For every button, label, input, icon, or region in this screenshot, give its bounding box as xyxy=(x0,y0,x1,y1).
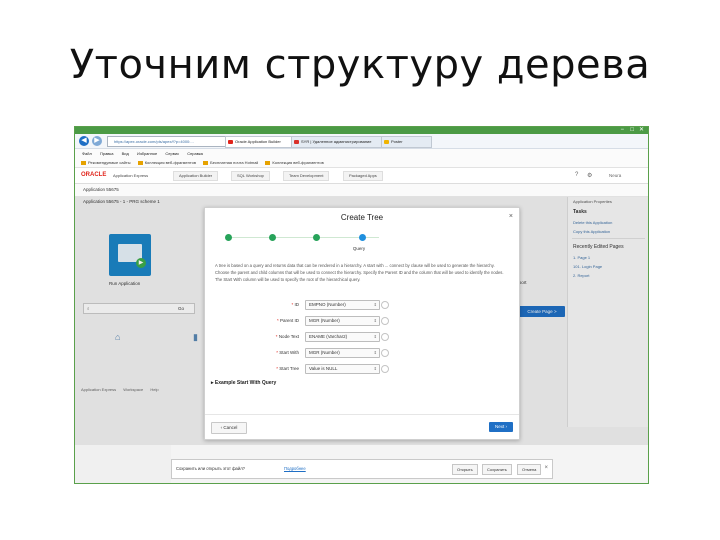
user-name[interactable]: Neura xyxy=(609,173,621,178)
node-text-select[interactable]: ENAME (Varchar2) ⇕ xyxy=(305,332,380,342)
wizard-progress-line xyxy=(227,237,379,238)
nav-team-dev[interactable]: Team Development xyxy=(283,171,330,181)
field-label: * ID xyxy=(291,302,299,307)
status-area-left xyxy=(75,445,171,483)
tab-poster[interactable]: Poster xyxy=(381,136,432,148)
address-bar[interactable]: https://apex.oracle.com/pls/apex/f?p=400… xyxy=(107,136,227,147)
next-button[interactable]: Next › xyxy=(489,422,513,432)
help-icon[interactable] xyxy=(381,333,389,341)
download-notification-bar: Сохранить или открыть этот файл? Подробн… xyxy=(171,459,553,479)
favorite-link[interactable]: Бесплатная почта Hotmail xyxy=(210,160,258,165)
browser-screenshot: − □ ✕ ◀ ▶ https://apex.oracle.com/pls/ap… xyxy=(74,126,649,484)
chevron-down-icon: ⇕ xyxy=(373,366,377,371)
wizard-step-dot xyxy=(225,234,232,241)
product-name: Application Express xyxy=(113,173,149,178)
details-link[interactable]: Подробнее xyxy=(284,466,306,471)
example-query-toggle[interactable]: ▸ Example Start With Query xyxy=(211,380,276,386)
favorites-bar: Рекомендуемые сайты Коллекция веб-фрагме… xyxy=(75,158,648,168)
parent-id-select[interactable]: MGR (Number) ⇕ xyxy=(305,316,380,326)
field-label: * Node Text xyxy=(275,334,299,339)
slide-title: Уточним структуру дерева xyxy=(69,42,651,88)
star-icon xyxy=(265,160,271,165)
menu-tools[interactable]: Сервис xyxy=(165,151,179,156)
favorite-link[interactable]: Рекомендуемые сайты xyxy=(88,160,131,165)
dialog-title: Create Tree xyxy=(340,213,384,222)
open-button[interactable]: Открыть xyxy=(452,464,478,475)
menu-bar: Файл Правка Вид Избранное Сервис Справка xyxy=(75,149,648,158)
help-icon[interactable] xyxy=(381,317,389,325)
menu-view[interactable]: Вид xyxy=(122,151,129,156)
current-step-label: Query xyxy=(352,246,366,251)
menu-edit[interactable]: Правка xyxy=(100,151,114,156)
favorite-link[interactable]: Коллекция веб-фрагментов xyxy=(272,160,323,165)
tab-label: Poster xyxy=(391,139,403,144)
cancel-button[interactable]: ‹ Cancel xyxy=(211,422,247,434)
help-icon[interactable] xyxy=(381,301,389,309)
window-titlebar: − □ ✕ xyxy=(75,127,648,134)
page-subheader: Application 55675 xyxy=(75,184,648,197)
menu-favorites[interactable]: Избранное xyxy=(137,151,157,156)
chevron-right-icon: › xyxy=(504,424,508,429)
cancel-download-button[interactable]: Отмена xyxy=(517,464,542,475)
save-button[interactable]: Сохранить xyxy=(482,464,512,475)
favorite-link[interactable]: Коллекция веб-фрагментов xyxy=(145,160,196,165)
close-window-icon[interactable]: ✕ xyxy=(639,127,644,134)
chevron-down-icon: ⇕ xyxy=(373,350,377,355)
breadcrumb[interactable]: Application 55675 xyxy=(83,187,119,192)
wizard-step-dot xyxy=(269,234,276,241)
tab-label: Oracle Application Builder xyxy=(235,139,281,144)
star-icon xyxy=(137,160,143,165)
tab-remote-admin[interactable]: SYR | Удаленное администрирование xyxy=(291,136,390,148)
dialog-footer-divider xyxy=(205,414,519,415)
start-with-select[interactable]: MGR (Number) ⇕ xyxy=(305,348,380,358)
settings-icon[interactable]: ⚙ xyxy=(587,172,592,179)
menu-file[interactable]: Файл xyxy=(82,151,92,156)
dialog-description: A tree is based on a query and returns d… xyxy=(215,263,504,282)
help-icon[interactable]: ? xyxy=(575,172,578,178)
browser-toolbar: ◀ ▶ https://apex.oracle.com/pls/apex/f?p… xyxy=(75,134,648,149)
star-icon xyxy=(203,160,209,165)
wizard-step-dot xyxy=(313,234,320,241)
help-icon[interactable] xyxy=(381,349,389,357)
field-label: * Start With xyxy=(276,350,299,355)
notification-text: Сохранить или открыть этот файл? xyxy=(176,466,245,471)
tab-favicon xyxy=(294,140,299,144)
help-icon[interactable] xyxy=(381,365,389,373)
menu-help[interactable]: Справка xyxy=(187,151,203,156)
apex-header: ORACLE Application Express Application B… xyxy=(75,168,648,184)
field-label: * Parent ID xyxy=(276,318,299,323)
chevron-down-icon: ⇕ xyxy=(373,318,377,323)
maximize-icon[interactable]: □ xyxy=(630,127,634,134)
wizard-step-dot-current xyxy=(359,234,366,241)
forward-icon[interactable]: ▶ xyxy=(92,136,102,146)
tab-label: SYR | Удаленное администрирование xyxy=(301,139,372,144)
star-icon xyxy=(81,160,86,165)
nav-app-builder[interactable]: Application Builder xyxy=(173,171,219,181)
id-select[interactable]: EMPNO (Number) ⇕ xyxy=(305,300,380,310)
chevron-down-icon: ⇕ xyxy=(373,334,377,339)
tab-application-builder[interactable]: Oracle Application Builder xyxy=(225,136,300,148)
oracle-logo: ORACLE xyxy=(81,172,107,178)
tab-favicon xyxy=(384,140,389,144)
nav-packaged-apps[interactable]: Packaged Apps xyxy=(343,171,383,181)
start-tree-select[interactable]: Value is NULL ⇕ xyxy=(305,364,380,374)
tab-favicon xyxy=(228,140,233,144)
chevron-down-icon: ⇕ xyxy=(373,302,377,307)
field-label: * Start Tree xyxy=(276,366,299,371)
nav-sql-workshop[interactable]: SQL Workshop xyxy=(231,171,270,181)
back-icon[interactable]: ◀ xyxy=(79,136,89,146)
minimize-icon[interactable]: − xyxy=(620,127,624,134)
close-icon[interactable]: × xyxy=(544,465,548,471)
create-tree-dialog: Create Tree × Query A tree is based on a… xyxy=(204,207,520,440)
close-icon[interactable]: × xyxy=(509,213,513,220)
